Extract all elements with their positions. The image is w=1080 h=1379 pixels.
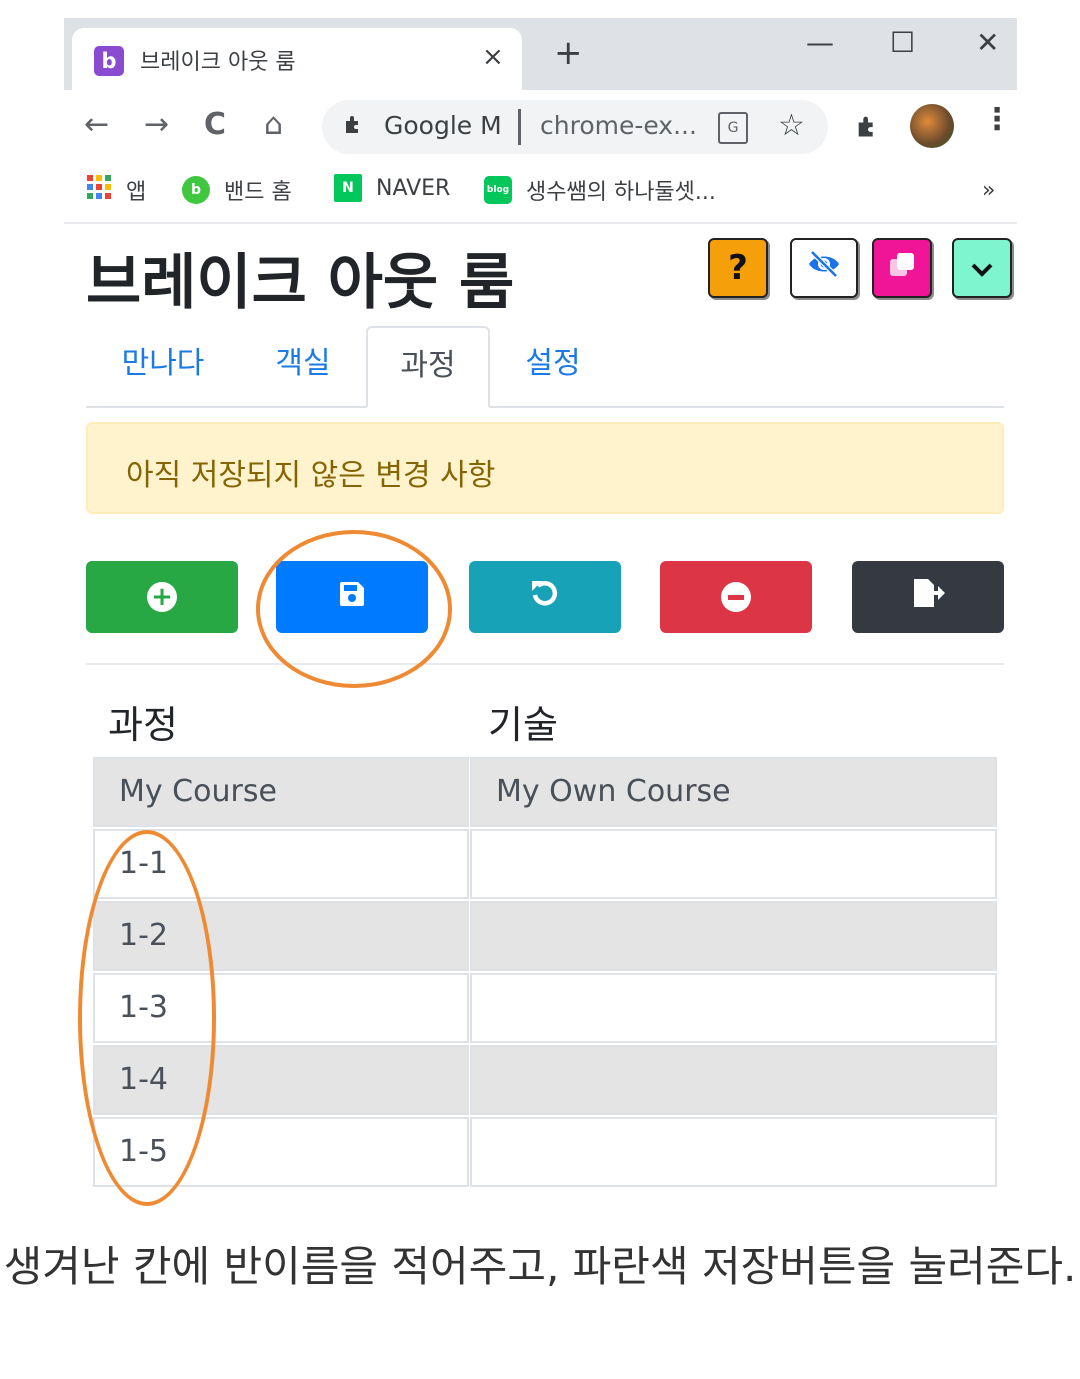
- apps-grid-icon: [86, 174, 112, 206]
- delete-button[interactable]: [660, 561, 812, 633]
- translate-icon[interactable]: G: [718, 112, 748, 144]
- browser-menu-icon[interactable]: ⋮: [982, 102, 1012, 137]
- copy-icon: [887, 250, 917, 287]
- profile-avatar[interactable]: [910, 104, 954, 148]
- forward-icon[interactable]: →: [144, 108, 169, 142]
- bookmark-label: 생수쌤의 하나둘셋...: [526, 180, 716, 205]
- tab-strip: b 브레이크 아웃 룸 × + — ☐ ✕: [64, 18, 1017, 90]
- bookmark-blog[interactable]: blog 생수쌤의 하나둘셋...: [484, 174, 716, 206]
- copy-button[interactable]: [872, 238, 932, 298]
- undo-icon: [529, 577, 561, 617]
- blog-icon: blog: [484, 176, 512, 204]
- omnibox-separator: [518, 109, 521, 145]
- course-column-header: 과정: [108, 703, 178, 747]
- new-tab-button[interactable]: +: [554, 36, 583, 70]
- skill-input[interactable]: [470, 1045, 997, 1115]
- eye-slash-icon: [806, 249, 842, 287]
- skill-input[interactable]: [470, 1117, 997, 1187]
- course-input[interactable]: My Course: [93, 757, 469, 827]
- tab-title: 브레이크 아웃 룸: [140, 50, 296, 75]
- tab-rooms[interactable]: 객실: [246, 326, 360, 404]
- favicon-icon: b: [94, 46, 124, 76]
- plus-circle-icon: +: [147, 582, 177, 612]
- tab-settings[interactable]: 설정: [496, 326, 610, 404]
- address-bar[interactable]: Google M chrome-ex... G ☆: [322, 100, 828, 154]
- extension-puzzle-icon: [342, 112, 366, 142]
- close-tab-icon[interactable]: ×: [482, 42, 504, 72]
- skill-input[interactable]: [470, 829, 997, 899]
- extensions-icon[interactable]: [854, 112, 882, 147]
- caption-text: 생겨난 칸에 반이름을 적어주고, 파란색 저장버튼을 눌러준다.: [3, 1242, 1077, 1291]
- bookmark-naver[interactable]: N NAVER: [334, 174, 450, 202]
- export-button[interactable]: [852, 561, 1004, 633]
- browser-window: b 브레이크 아웃 룸 × + — ☐ ✕ ← → C ⌂ Google M c…: [64, 18, 1017, 224]
- add-button[interactable]: +: [86, 561, 238, 633]
- skill-input[interactable]: [470, 973, 997, 1043]
- omnibox-url: chrome-ex...: [540, 111, 697, 140]
- band-icon: b: [182, 176, 210, 204]
- skill-input[interactable]: [470, 901, 997, 971]
- tab-bar: 만나다 객실 과정 설정: [86, 326, 1004, 408]
- back-icon[interactable]: ←: [84, 108, 109, 142]
- omnibox-site-name: Google M: [384, 111, 502, 140]
- bookmarks-bar: 앱 b 밴드 홈 N NAVER blog 생수쌤의 하나둘셋... »: [64, 164, 1017, 224]
- naver-icon: N: [334, 174, 362, 202]
- browser-tab[interactable]: b 브레이크 아웃 룸 ×: [72, 28, 522, 90]
- bookmark-label: 앱: [126, 180, 147, 205]
- home-icon[interactable]: ⌂: [264, 108, 283, 142]
- minimize-button[interactable]: —: [806, 26, 834, 59]
- close-window-button[interactable]: ✕: [976, 26, 999, 59]
- bookmark-apps[interactable]: 앱: [86, 174, 146, 206]
- bookmark-label: 밴드 홈: [224, 180, 292, 205]
- hide-button[interactable]: [790, 238, 858, 298]
- save-highlight-ellipse: [256, 530, 452, 688]
- page-title: 브레이크 아웃 룸: [86, 248, 515, 318]
- browser-toolbar: ← → C ⌂ Google M chrome-ex... G ☆ ⋮: [64, 90, 1017, 164]
- reload-icon[interactable]: C: [204, 108, 226, 142]
- minus-circle-icon: [721, 582, 751, 612]
- rows-highlight-ellipse: [78, 830, 216, 1206]
- skill-column-header: 기술: [488, 703, 558, 747]
- tab-courses[interactable]: 과정: [366, 326, 490, 408]
- revert-button[interactable]: [469, 561, 621, 633]
- divider: [86, 663, 1004, 665]
- tab-meet[interactable]: 만나다: [100, 326, 226, 404]
- bookmark-star-icon[interactable]: ☆: [778, 108, 805, 143]
- maximize-button[interactable]: ☐: [890, 26, 915, 59]
- bookmarks-overflow-icon[interactable]: »: [982, 178, 995, 203]
- help-button[interactable]: ?: [708, 238, 768, 298]
- unsaved-changes-alert: 아직 저장되지 않은 변경 사항: [86, 422, 1004, 514]
- file-export-icon: [910, 577, 946, 617]
- skill-input[interactable]: My Own Course: [470, 757, 997, 827]
- alert-text: 아직 저장되지 않은 변경 사항: [126, 458, 496, 493]
- bookmark-label: NAVER: [376, 175, 451, 201]
- bookmark-band[interactable]: b 밴드 홈: [182, 174, 292, 206]
- chevron-down-icon: [970, 251, 994, 286]
- expand-button[interactable]: [952, 238, 1012, 298]
